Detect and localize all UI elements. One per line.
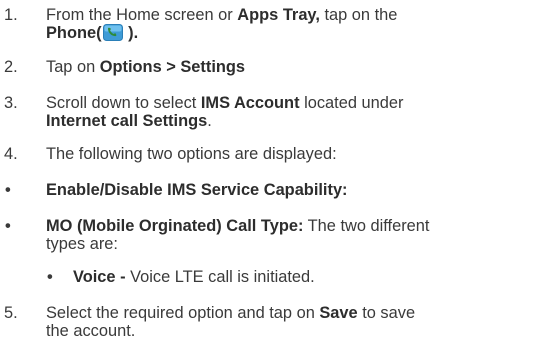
step-text: From the Home screen or Apps Tray, tap o… xyxy=(46,6,398,42)
step-text: The following two options are displayed: xyxy=(46,145,337,163)
step-text: Scroll down to select IMS Account locate… xyxy=(46,94,404,130)
step-number: 4. xyxy=(4,145,18,163)
ims-account-label: IMS Account xyxy=(200,94,300,112)
internet-call-settings-label: Internet call Settings xyxy=(46,112,208,130)
apps-tray-label: Apps Tray, xyxy=(237,6,320,24)
document-page: { "steps": [ { "marker": "1.", "t1": "Fr… xyxy=(0,0,559,340)
step-text: Select the required option and tap on Sa… xyxy=(46,304,416,340)
step-number: 3. xyxy=(4,94,18,112)
save-label: Save xyxy=(319,304,358,322)
mo-call-type-label: MO (Mobile Orginated) Call Type: xyxy=(46,217,304,235)
options-settings-label: Options > Settings xyxy=(99,58,246,76)
step-number: 2. xyxy=(4,58,18,76)
bullet: • xyxy=(5,217,11,235)
phone-app-icon xyxy=(102,24,123,41)
enable-disable-ims-label: Enable/Disable IMS Service Capability: xyxy=(46,181,348,199)
step-number: 1. xyxy=(4,6,18,24)
voice-label: Voice - xyxy=(73,268,126,286)
step-text: Enable/Disable IMS Service Capability: xyxy=(46,181,557,199)
step-text: Tap on Options > Settings xyxy=(46,58,246,76)
phone-label: Phone xyxy=(46,24,97,42)
step-number: 5. xyxy=(4,304,18,322)
step-text: Voice - Voice LTE call is initiated. xyxy=(73,268,315,286)
bullet: • xyxy=(47,268,53,286)
step-text: MO (Mobile Orginated) Call Type: The two… xyxy=(46,217,430,253)
bullet: • xyxy=(5,181,11,199)
